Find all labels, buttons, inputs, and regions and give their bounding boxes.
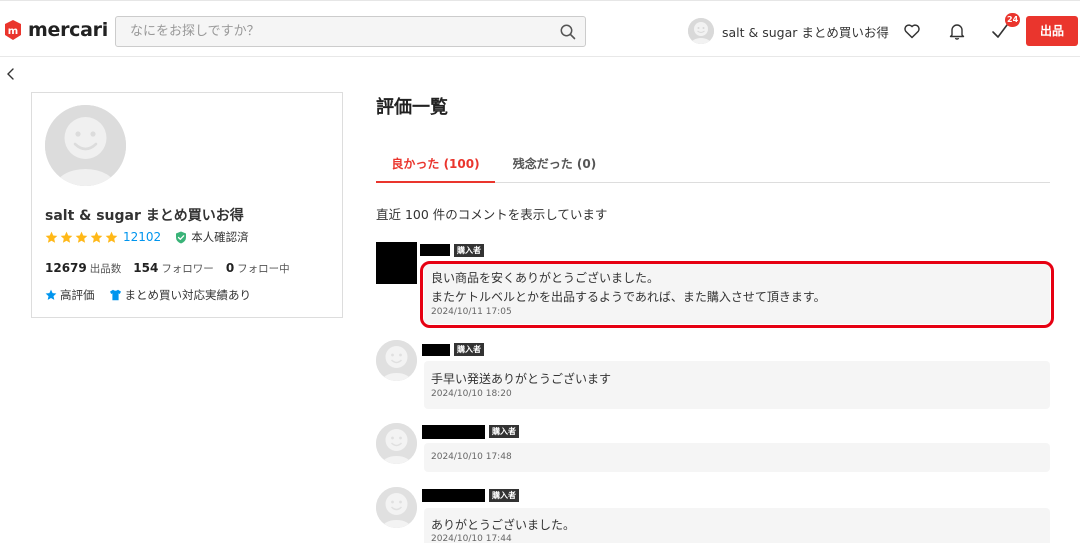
reviewer-name[interactable] (422, 489, 485, 502)
default-avatar-icon (376, 423, 417, 464)
review-item: 購入者 手早い発送ありがとうございます 2024/10/10 18:20 (376, 340, 1050, 410)
todo-badge: 24 (1005, 13, 1021, 27)
profile-stats: 12679 出品数 154 フォロワー 0 フォロー中 (45, 261, 302, 276)
profile-card: salt & sugar まとめ買いお得 12102 本人確認済 12679 出… (31, 92, 343, 318)
profile-name: salt & sugar まとめ買いお得 (45, 208, 244, 224)
page-title: 評価一覧 (376, 97, 448, 118)
review-bubble: 2024/10/10 17:48 (424, 443, 1050, 472)
feature-label: まとめ買い対応実績あり (124, 288, 252, 302)
logo-text: mercari (28, 19, 108, 41)
rating-row[interactable]: 12102 本人確認済 (45, 229, 249, 245)
search-icon[interactable] (559, 23, 577, 41)
default-avatar-icon (45, 105, 126, 186)
star-icon (45, 289, 57, 300)
mercari-logo[interactable]: m mercari (2, 17, 108, 43)
heart-icon[interactable] (902, 21, 922, 41)
review-item: 購入者 ありがとうございました。 2024/10/10 17:44 (376, 487, 1050, 543)
svg-text:m: m (8, 26, 18, 37)
review-date: 2024/10/10 18:20 (431, 389, 512, 399)
reviewer-name[interactable] (422, 344, 450, 356)
highlight-box (420, 261, 1054, 328)
feature-label: 高評価 (60, 288, 95, 302)
search-input[interactable] (116, 17, 536, 46)
mercari-logo-icon: m (5, 20, 21, 40)
reviewer-avatar[interactable] (376, 242, 417, 284)
review-summary: 直近 100 件のコメントを表示しています (376, 207, 608, 222)
default-avatar-icon (376, 340, 417, 381)
review-bubble: 手早い発送ありがとうございます 2024/10/10 18:20 (424, 361, 1050, 409)
followers-label[interactable]: フォロワー (161, 261, 214, 276)
app-root: m mercari salt & sugar (0, 0, 1080, 543)
reviewer-name[interactable] (420, 244, 450, 256)
buyer-tag: 購入者 (454, 244, 484, 257)
feature-high-rating: 高評価 (45, 287, 95, 303)
listings-label: 出品数 (89, 263, 122, 275)
review-tabs: 良かった (100) 残念だった (0) (376, 145, 1050, 183)
tab-good[interactable]: 良かった (100) (376, 145, 495, 183)
star-icon (45, 231, 58, 243)
user-menu[interactable]: salt & sugar まとめ買いお得 (688, 18, 889, 44)
reviewer-name[interactable] (422, 425, 485, 439)
star-icon (60, 231, 73, 243)
followers-count[interactable]: 154 (133, 261, 158, 275)
review-date: 2024/10/10 17:44 (431, 534, 512, 543)
following-count[interactable]: 0 (226, 261, 234, 275)
sell-button[interactable]: 出品 (1026, 16, 1078, 46)
tab-bad[interactable]: 残念だった (0) (495, 145, 614, 183)
buyer-tag: 購入者 (489, 489, 519, 502)
review-text: 手早い発送ありがとうございます (431, 372, 612, 386)
star-icon (90, 231, 103, 243)
profile-avatar[interactable] (45, 105, 126, 186)
star-icon (75, 231, 88, 243)
reviewer-avatar[interactable] (376, 340, 417, 381)
review-item: 購入者 2024/10/10 17:48 (376, 423, 1050, 475)
review-date: 2024/10/10 17:48 (431, 452, 512, 462)
reviewer-avatar[interactable] (376, 487, 417, 528)
feature-bulk-buy: まとめ買い対応実績あり (109, 287, 252, 303)
following-label[interactable]: フォロー中 (237, 261, 290, 276)
review-bubble: ありがとうございました。 2024/10/10 17:44 (424, 508, 1050, 543)
search-box (115, 16, 586, 47)
rating-count[interactable]: 12102 (123, 230, 161, 244)
review-text: ありがとうございました。 (431, 518, 576, 532)
listings-count: 12679 (45, 261, 87, 275)
verified-badge: 本人確認済 (175, 229, 249, 245)
profile-features: 高評価 まとめ買い対応実績あり (45, 287, 265, 303)
rating-stars (45, 231, 120, 244)
top-header: m mercari salt & sugar (0, 0, 1080, 57)
tshirt-icon (109, 289, 121, 301)
shield-check-icon (176, 231, 187, 243)
star-icon (105, 231, 118, 243)
bell-icon[interactable] (947, 21, 967, 41)
reviewer-avatar[interactable] (376, 423, 417, 464)
buyer-tag: 購入者 (454, 343, 484, 356)
default-avatar-icon (376, 487, 417, 528)
avatar (688, 18, 714, 44)
default-avatar-icon (688, 18, 714, 44)
buyer-tag: 購入者 (489, 425, 519, 438)
verified-label: 本人確認済 (191, 230, 249, 244)
chevron-left-icon[interactable] (4, 66, 18, 82)
user-name: salt & sugar まとめ買いお得 (722, 24, 889, 40)
